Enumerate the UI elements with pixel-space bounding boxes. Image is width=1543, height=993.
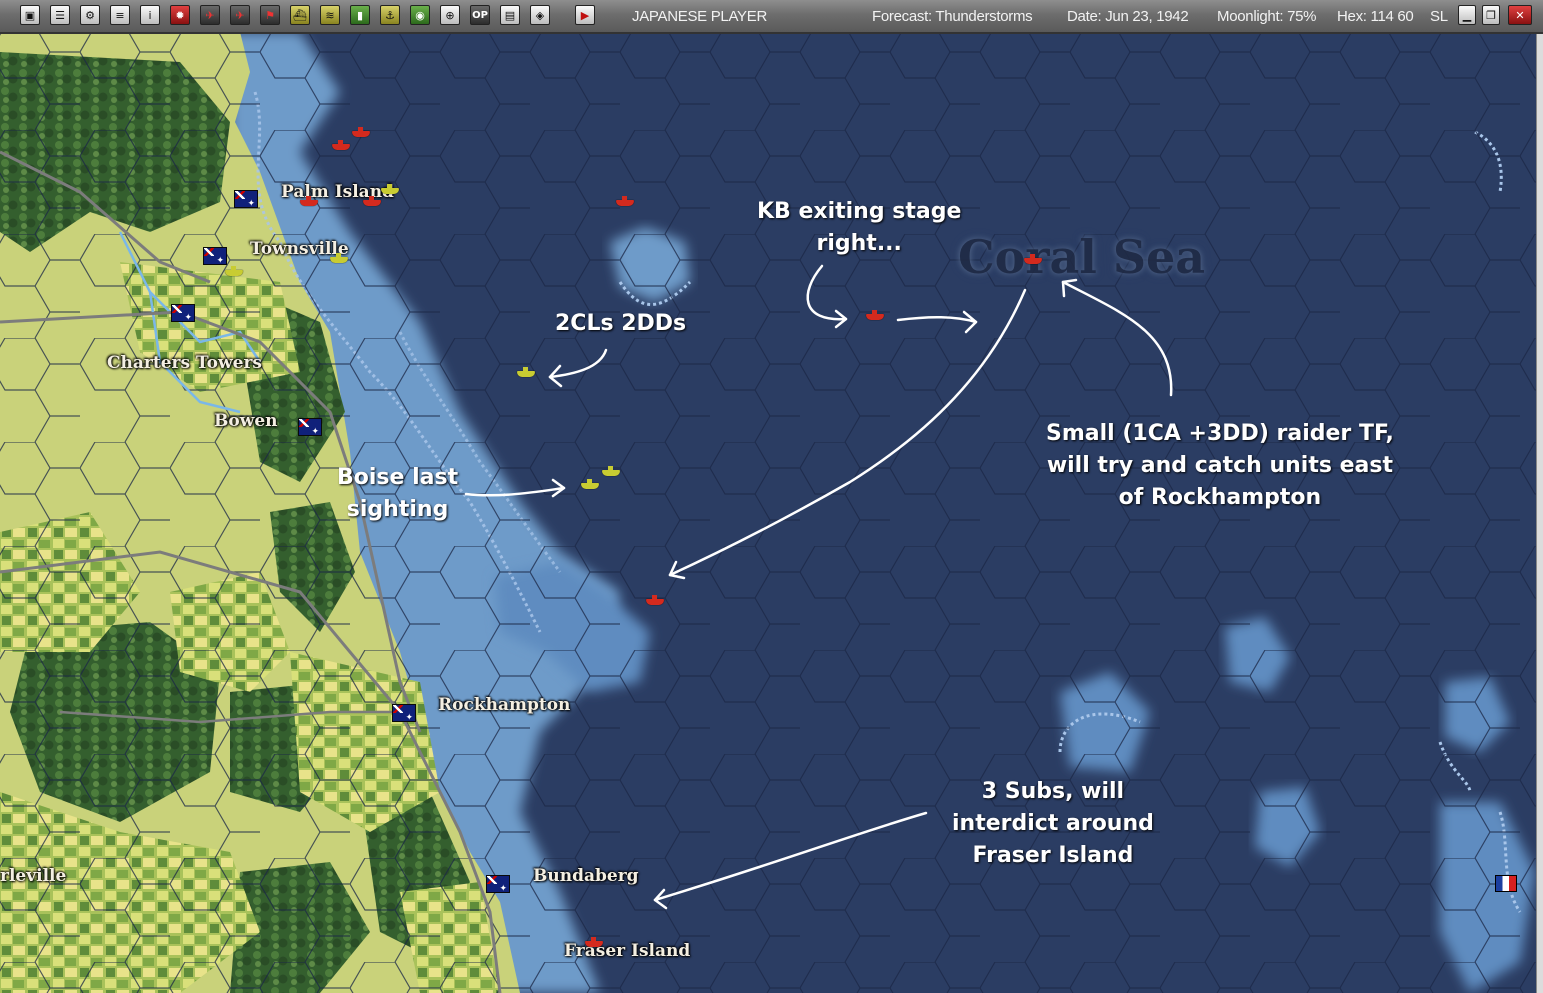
air-icon[interactable]: ✈ [200, 5, 220, 25]
japanese-sub-unit[interactable] [585, 937, 603, 947]
place-fraser-island: Fraser Island [564, 941, 691, 961]
note-line: Fraser Island [972, 843, 1134, 868]
base-charters-towers-flag[interactable] [171, 304, 195, 322]
globe-icon[interactable]: ◉ [410, 5, 430, 25]
allied-taskforce-unit[interactable] [225, 266, 243, 276]
top-toolbar: ▣ ☰ ⚙ ≡ i ✹ ✈ ✈ ⚑ ⛴ ≋ ▮ ⚓ ◉ ⊕ OP ▤ ◈ ▶ J… [0, 0, 1543, 34]
end-turn-icon[interactable]: ▶ [575, 5, 595, 25]
note-boise: Boise last sighting [337, 462, 458, 526]
minimize-icon[interactable]: ▁ [1458, 5, 1476, 25]
target-icon[interactable]: ⊕ [440, 5, 460, 25]
place-palm-island: Palm Island [281, 182, 394, 202]
note-line: KB exiting stage [757, 199, 962, 224]
document-icon[interactable]: ☰ [50, 5, 70, 25]
list-icon[interactable]: ≡ [110, 5, 130, 25]
base-bundaberg-flag[interactable] [486, 875, 510, 893]
note-line: 3 Subs, will [981, 779, 1125, 804]
base-palm-island-flag[interactable] [234, 190, 258, 208]
note-line: interdict around [952, 811, 1154, 836]
japanese-taskforce-unit-raider[interactable] [1024, 254, 1042, 264]
japanese-taskforce-unit[interactable] [363, 196, 381, 206]
note-line: sighting [346, 497, 449, 522]
game-window: ▣ ☰ ⚙ ≡ i ✹ ✈ ✈ ⚑ ⛴ ≋ ▮ ⚓ ◉ ⊕ OP ▤ ◈ ▶ J… [0, 0, 1543, 993]
japanese-taskforce-unit[interactable] [352, 127, 370, 137]
port-icon[interactable]: ⚓ [380, 5, 400, 25]
player-label: JAPANESE PLAYER [632, 8, 767, 25]
hex-map[interactable]: Coral Sea Palm Island Townsville Charter… [0, 32, 1543, 993]
note-line: Small (1CA +3DD) raider TF, [1046, 421, 1394, 446]
group-icon[interactable]: ⚙ [80, 5, 100, 25]
close-icon[interactable]: ✕ [1508, 5, 1532, 25]
aircraft-icon[interactable]: ✈ [230, 5, 250, 25]
info-icon[interactable]: i [140, 5, 160, 25]
japanese-taskforce-unit[interactable] [646, 595, 664, 605]
taskforce-icon[interactable]: ≋ [320, 5, 340, 25]
note-line: Boise last [337, 465, 459, 490]
note-subs: 3 Subs, will interdict around Fraser Isl… [952, 776, 1154, 872]
allied-taskforce-unit[interactable] [330, 253, 348, 263]
coral-sea-label: Coral Sea [958, 230, 1206, 284]
note-raider: Small (1CA +3DD) raider TF, will try and… [1046, 418, 1394, 514]
hex-label: Hex: 114 60 [1337, 8, 1414, 25]
ship-icon[interactable]: ⛴ [290, 5, 310, 25]
chart-icon[interactable]: ▮ [350, 5, 370, 25]
japanese-taskforce-unit-kb[interactable] [866, 310, 884, 320]
base-french-flag[interactable] [1495, 875, 1517, 892]
place-bowen: Bowen [214, 411, 278, 431]
note-kb-exiting: KB exiting stage right... [757, 196, 961, 260]
place-charleville: rleville [0, 866, 67, 886]
japanese-taskforce-unit[interactable] [300, 196, 318, 206]
japanese-taskforce-unit[interactable] [616, 196, 634, 206]
allied-taskforce-unit[interactable] [602, 466, 620, 476]
base-townsville-flag[interactable] [203, 247, 227, 265]
allied-taskforce-unit[interactable] [381, 184, 399, 194]
place-bundaberg: Bundaberg [533, 866, 639, 886]
note-line: 2CLs 2DDs [555, 311, 687, 336]
save-icon[interactable]: ▣ [20, 5, 40, 25]
moonlight-label: Moonlight: 75% [1217, 8, 1317, 25]
japanese-taskforce-unit[interactable] [332, 140, 350, 150]
note-line: will try and catch units east [1046, 453, 1393, 478]
sl-label: SL [1430, 8, 1448, 25]
op-icon[interactable]: OP [470, 5, 490, 25]
place-rockhampton: Rockhampton [438, 695, 571, 715]
allied-taskforce-unit-boise[interactable] [581, 479, 599, 489]
map-scrollbar[interactable] [1536, 32, 1543, 993]
allied-taskforce-unit[interactable] [517, 367, 535, 377]
restore-icon[interactable]: ❐ [1482, 5, 1500, 25]
report-icon[interactable]: ▤ [500, 5, 520, 25]
note-line: right... [816, 231, 902, 256]
base-rockhampton-flag[interactable] [392, 704, 416, 722]
date-label: Date: Jun 23, 1942 [1067, 8, 1189, 25]
flag-icon[interactable]: ⚑ [260, 5, 280, 25]
note-line: of Rockhampton [1118, 485, 1322, 510]
forecast-label: Forecast: Thunderstorms [872, 8, 1033, 25]
base-bowen-flag[interactable] [298, 418, 322, 436]
place-charters-towers: Charters Towers [107, 353, 262, 373]
rising-sun-icon[interactable]: ✹ [170, 5, 190, 25]
place-townsville: Townsville [250, 239, 349, 259]
intel-icon[interactable]: ◈ [530, 5, 550, 25]
note-cls-dds: 2CLs 2DDs [555, 308, 686, 340]
